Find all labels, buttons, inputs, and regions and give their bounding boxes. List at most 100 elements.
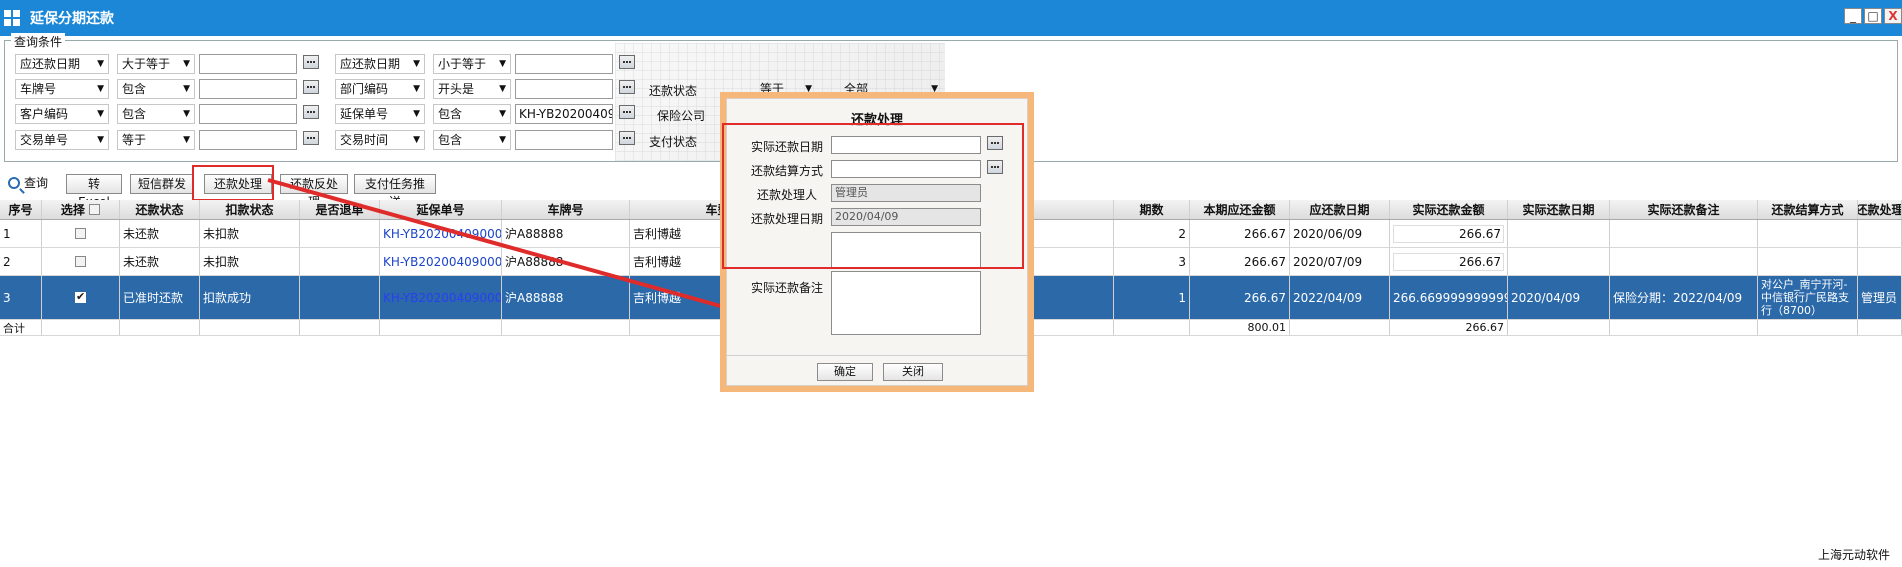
close-button[interactable]: X bbox=[1884, 8, 1902, 24]
cell-refund bbox=[300, 248, 380, 275]
calendar-icon[interactable] bbox=[303, 55, 319, 69]
query-input-5[interactable] bbox=[199, 104, 297, 124]
cell-empty bbox=[1114, 320, 1190, 335]
search-icon bbox=[8, 177, 20, 189]
repay-status-label: 还款状态 bbox=[649, 84, 698, 98]
row-checkbox[interactable] bbox=[75, 228, 86, 239]
policy-link[interactable]: KH-YB202004090001 bbox=[380, 276, 502, 319]
field-select-trade-no[interactable]: 交易单号 ▼ bbox=[15, 130, 109, 150]
chevron-down-icon: ▼ bbox=[97, 135, 104, 145]
row-checkbox-checked[interactable] bbox=[75, 290, 86, 303]
query-input-2[interactable] bbox=[515, 54, 613, 74]
calendar-icon[interactable] bbox=[303, 80, 319, 94]
cell-period: 3 bbox=[1114, 248, 1190, 275]
cell-empty bbox=[200, 320, 300, 335]
query-input-3[interactable] bbox=[199, 79, 297, 99]
cell-due: 266.67 bbox=[1190, 248, 1290, 275]
cell-remark: 保险分期：2022/04/09 bbox=[1610, 276, 1758, 319]
calendar-icon[interactable] bbox=[619, 105, 635, 119]
operator-select-4[interactable]: 开头是 ▼ bbox=[433, 79, 511, 99]
policy-link[interactable]: KH-YB202004090001 bbox=[380, 248, 502, 275]
field-select-due-date[interactable]: 应还款日期 ▼ bbox=[15, 54, 109, 74]
dialog-divider bbox=[727, 355, 1027, 356]
total-label: 合计 bbox=[0, 320, 42, 335]
push-pay-task-button[interactable]: 支付任务推送 bbox=[354, 174, 436, 209]
field-select-trade-time[interactable]: 交易时间 ▼ bbox=[335, 130, 425, 150]
cell-paid-date: 2020/04/09 bbox=[1508, 276, 1610, 319]
paid-amount-input[interactable]: 266.67 bbox=[1393, 252, 1504, 271]
policy-link[interactable]: KH-YB202004090001 bbox=[380, 220, 502, 247]
cell-empty bbox=[42, 320, 120, 335]
ok-button[interactable]: 确定 bbox=[817, 363, 873, 381]
cell-plate: 沪A88888 bbox=[502, 220, 630, 247]
cell-settle bbox=[1758, 220, 1858, 247]
minimize-button[interactable]: _ bbox=[1844, 8, 1862, 24]
chevron-down-icon: ▼ bbox=[413, 109, 420, 119]
cell-plate: 沪A88888 bbox=[502, 248, 630, 275]
query-input-1[interactable] bbox=[199, 54, 297, 74]
footer-brand: 上海元动软件 bbox=[1817, 548, 1890, 562]
chevron-down-icon: ▼ bbox=[183, 135, 190, 145]
repay-reverse-button[interactable]: 还款反处理 bbox=[280, 174, 348, 209]
total-due: 800.01 bbox=[1190, 320, 1290, 335]
cell-paid: 266.6699999999996 bbox=[1390, 276, 1508, 319]
query-input-4[interactable] bbox=[515, 79, 613, 99]
toolbar: 查询 转Excel 短信群发 还款处理 还款反处理 支付任务推送 bbox=[4, 172, 704, 209]
search-button[interactable]: 查询 bbox=[8, 174, 48, 191]
col-header: 车牌号 bbox=[502, 200, 630, 219]
operator-select-6[interactable]: 包含 ▼ bbox=[433, 104, 511, 124]
calendar-icon[interactable] bbox=[619, 131, 635, 145]
windows-icon bbox=[4, 10, 20, 26]
calendar-icon[interactable] bbox=[619, 80, 635, 94]
remark-textarea[interactable] bbox=[831, 271, 981, 335]
field-select-plate[interactable]: 车牌号 ▼ bbox=[15, 79, 109, 99]
col-header: 是否退单 bbox=[300, 200, 380, 219]
chevron-down-icon: ▼ bbox=[499, 109, 506, 119]
operator-select-5[interactable]: 包含 ▼ bbox=[117, 104, 195, 124]
cell-select bbox=[42, 248, 120, 275]
cell-select bbox=[42, 220, 120, 247]
field-select-policy[interactable]: 延保单号 ▼ bbox=[335, 104, 425, 124]
field-select-dept[interactable]: 部门编码 ▼ bbox=[335, 79, 425, 99]
chevron-down-icon: ▼ bbox=[183, 59, 190, 69]
cell-select bbox=[42, 276, 120, 319]
cell-remark bbox=[1610, 220, 1758, 247]
cell-deduct: 未扣款 bbox=[200, 220, 300, 247]
col-header: 延保单号 bbox=[380, 200, 502, 219]
chevron-down-icon: ▼ bbox=[183, 84, 190, 94]
operator-select-1[interactable]: 大于等于 ▼ bbox=[117, 54, 195, 74]
query-input-8[interactable] bbox=[515, 130, 613, 150]
cell-period: 2 bbox=[1114, 220, 1190, 247]
maximize-button[interactable]: □ bbox=[1864, 8, 1882, 24]
row-checkbox[interactable] bbox=[75, 256, 86, 267]
highlight-box-button bbox=[192, 165, 274, 201]
sms-broadcast-button[interactable]: 短信群发 bbox=[130, 174, 194, 194]
col-header: 还款处理 bbox=[1858, 200, 1902, 219]
operator-select-2[interactable]: 小于等于 ▼ bbox=[433, 54, 511, 74]
paid-amount-input[interactable]: 266.67 bbox=[1393, 224, 1504, 243]
query-legend: 查询条件 bbox=[11, 33, 66, 50]
field-select-customer[interactable]: 客户编码 ▼ bbox=[15, 104, 109, 124]
select-all-checkbox[interactable] bbox=[89, 204, 101, 215]
cell-empty bbox=[1290, 320, 1390, 335]
cell-empty bbox=[300, 320, 380, 335]
field-select-due-date-2[interactable]: 应还款日期 ▼ bbox=[335, 54, 425, 74]
col-header-select: 选择 bbox=[42, 200, 120, 219]
calendar-icon[interactable] bbox=[303, 131, 319, 145]
highlight-box-dialog bbox=[722, 123, 1024, 269]
calendar-icon[interactable] bbox=[619, 55, 635, 69]
cell-empty bbox=[1610, 320, 1758, 335]
policy-no-input[interactable]: KH-YB20200409C bbox=[515, 104, 613, 124]
operator-select-3[interactable]: 包含 ▼ bbox=[117, 79, 195, 99]
cell-empty bbox=[1508, 320, 1610, 335]
col-header: 扣款状态 bbox=[200, 200, 300, 219]
cell-empty bbox=[380, 320, 502, 335]
calendar-icon[interactable] bbox=[303, 105, 319, 119]
cell-deduct: 未扣款 bbox=[200, 248, 300, 275]
export-excel-button[interactable]: 转Excel bbox=[66, 174, 122, 209]
col-header: 应还款日期 bbox=[1290, 200, 1390, 219]
query-input-7[interactable] bbox=[199, 130, 297, 150]
dialog-close-button[interactable]: 关闭 bbox=[883, 363, 943, 381]
operator-select-8[interactable]: 包含 ▼ bbox=[433, 130, 511, 150]
operator-select-7[interactable]: 等于 ▼ bbox=[117, 130, 195, 150]
